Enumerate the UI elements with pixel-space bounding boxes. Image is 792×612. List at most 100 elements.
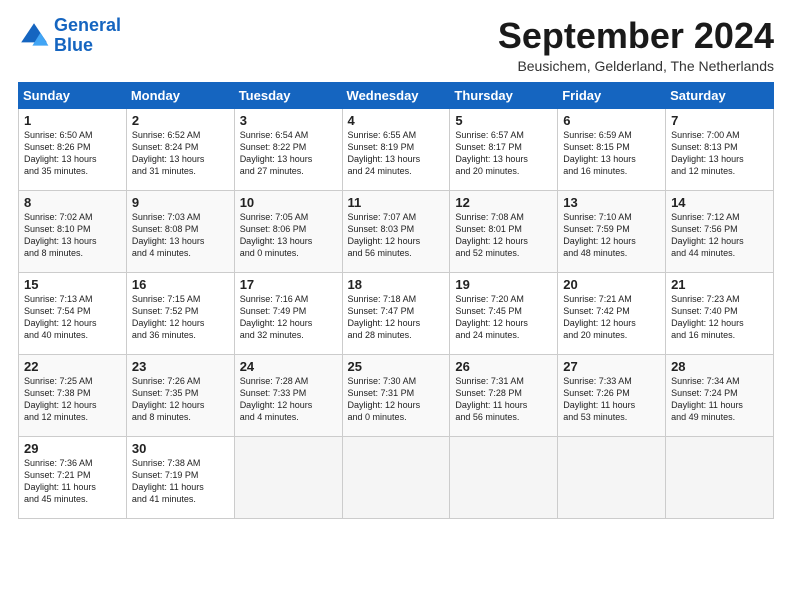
day-cell-11: 11 Sunrise: 7:07 AMSunset: 8:03 PMDaylig… [342,190,450,272]
day-number-13: 13 [563,195,660,210]
day-cell-14: 14 Sunrise: 7:12 AMSunset: 7:56 PMDaylig… [666,190,774,272]
empty-cell [450,436,558,518]
day-cell-23: 23 Sunrise: 7:26 AMSunset: 7:35 PMDaylig… [126,354,234,436]
day-cell-22: 22 Sunrise: 7:25 AMSunset: 7:38 PMDaylig… [19,354,127,436]
logo-line2: Blue [54,36,121,56]
header-monday: Monday [126,82,234,108]
day-info-4: Sunrise: 6:55 AMSunset: 8:19 PMDaylight:… [348,129,445,178]
logo: General Blue [18,16,121,56]
empty-cell [342,436,450,518]
day-cell-3: 3 Sunrise: 6:54 AMSunset: 8:22 PMDayligh… [234,108,342,190]
day-info-3: Sunrise: 6:54 AMSunset: 8:22 PMDaylight:… [240,129,337,178]
month-title: September 2024 [498,16,774,56]
day-number-29: 29 [24,441,121,456]
header: General Blue September 2024 Beusichem, G… [18,16,774,74]
day-number-25: 25 [348,359,445,374]
day-number-6: 6 [563,113,660,128]
day-info-26: Sunrise: 7:31 AMSunset: 7:28 PMDaylight:… [455,375,552,424]
day-number-23: 23 [132,359,229,374]
day-number-16: 16 [132,277,229,292]
day-number-19: 19 [455,277,552,292]
day-cell-15: 15 Sunrise: 7:13 AMSunset: 7:54 PMDaylig… [19,272,127,354]
day-number-15: 15 [24,277,121,292]
day-info-21: Sunrise: 7:23 AMSunset: 7:40 PMDaylight:… [671,293,768,342]
week-row-2: 8 Sunrise: 7:02 AMSunset: 8:10 PMDayligh… [19,190,774,272]
day-info-9: Sunrise: 7:03 AMSunset: 8:08 PMDaylight:… [132,211,229,260]
day-info-1: Sunrise: 6:50 AMSunset: 8:26 PMDaylight:… [24,129,121,178]
header-wednesday: Wednesday [342,82,450,108]
week-row-3: 15 Sunrise: 7:13 AMSunset: 7:54 PMDaylig… [19,272,774,354]
empty-cell [234,436,342,518]
day-cell-24: 24 Sunrise: 7:28 AMSunset: 7:33 PMDaylig… [234,354,342,436]
day-info-2: Sunrise: 6:52 AMSunset: 8:24 PMDaylight:… [132,129,229,178]
day-info-13: Sunrise: 7:10 AMSunset: 7:59 PMDaylight:… [563,211,660,260]
day-cell-16: 16 Sunrise: 7:15 AMSunset: 7:52 PMDaylig… [126,272,234,354]
header-thursday: Thursday [450,82,558,108]
calendar: Sunday Monday Tuesday Wednesday Thursday… [18,82,774,519]
day-number-1: 1 [24,113,121,128]
day-cell-28: 28 Sunrise: 7:34 AMSunset: 7:24 PMDaylig… [666,354,774,436]
day-number-10: 10 [240,195,337,210]
day-info-25: Sunrise: 7:30 AMSunset: 7:31 PMDaylight:… [348,375,445,424]
day-info-7: Sunrise: 7:00 AMSunset: 8:13 PMDaylight:… [671,129,768,178]
week-row-1: 1 Sunrise: 6:50 AMSunset: 8:26 PMDayligh… [19,108,774,190]
day-info-11: Sunrise: 7:07 AMSunset: 8:03 PMDaylight:… [348,211,445,260]
day-number-27: 27 [563,359,660,374]
day-cell-21: 21 Sunrise: 7:23 AMSunset: 7:40 PMDaylig… [666,272,774,354]
day-info-5: Sunrise: 6:57 AMSunset: 8:17 PMDaylight:… [455,129,552,178]
day-number-4: 4 [348,113,445,128]
day-number-3: 3 [240,113,337,128]
header-sunday: Sunday [19,82,127,108]
day-cell-13: 13 Sunrise: 7:10 AMSunset: 7:59 PMDaylig… [558,190,666,272]
day-number-28: 28 [671,359,768,374]
day-cell-1: 1 Sunrise: 6:50 AMSunset: 8:26 PMDayligh… [19,108,127,190]
day-cell-9: 9 Sunrise: 7:03 AMSunset: 8:08 PMDayligh… [126,190,234,272]
day-number-2: 2 [132,113,229,128]
day-number-7: 7 [671,113,768,128]
day-info-12: Sunrise: 7:08 AMSunset: 8:01 PMDaylight:… [455,211,552,260]
day-cell-26: 26 Sunrise: 7:31 AMSunset: 7:28 PMDaylig… [450,354,558,436]
day-cell-19: 19 Sunrise: 7:20 AMSunset: 7:45 PMDaylig… [450,272,558,354]
header-tuesday: Tuesday [234,82,342,108]
logo-line1: General [54,15,121,35]
day-number-21: 21 [671,277,768,292]
day-number-12: 12 [455,195,552,210]
day-number-30: 30 [132,441,229,456]
day-cell-18: 18 Sunrise: 7:18 AMSunset: 7:47 PMDaylig… [342,272,450,354]
day-cell-6: 6 Sunrise: 6:59 AMSunset: 8:15 PMDayligh… [558,108,666,190]
title-block: September 2024 Beusichem, Gelderland, Th… [498,16,774,74]
calendar-header-row: Sunday Monday Tuesday Wednesday Thursday… [19,82,774,108]
header-friday: Friday [558,82,666,108]
day-cell-17: 17 Sunrise: 7:16 AMSunset: 7:49 PMDaylig… [234,272,342,354]
day-cell-5: 5 Sunrise: 6:57 AMSunset: 8:17 PMDayligh… [450,108,558,190]
day-info-18: Sunrise: 7:18 AMSunset: 7:47 PMDaylight:… [348,293,445,342]
day-info-29: Sunrise: 7:36 AMSunset: 7:21 PMDaylight:… [24,457,121,506]
page: General Blue September 2024 Beusichem, G… [0,0,792,529]
day-info-23: Sunrise: 7:26 AMSunset: 7:35 PMDaylight:… [132,375,229,424]
day-number-14: 14 [671,195,768,210]
day-cell-20: 20 Sunrise: 7:21 AMSunset: 7:42 PMDaylig… [558,272,666,354]
day-info-16: Sunrise: 7:15 AMSunset: 7:52 PMDaylight:… [132,293,229,342]
day-info-17: Sunrise: 7:16 AMSunset: 7:49 PMDaylight:… [240,293,337,342]
day-number-20: 20 [563,277,660,292]
empty-cell [558,436,666,518]
empty-cell [666,436,774,518]
day-number-18: 18 [348,277,445,292]
day-info-15: Sunrise: 7:13 AMSunset: 7:54 PMDaylight:… [24,293,121,342]
day-info-14: Sunrise: 7:12 AMSunset: 7:56 PMDaylight:… [671,211,768,260]
day-info-19: Sunrise: 7:20 AMSunset: 7:45 PMDaylight:… [455,293,552,342]
day-number-9: 9 [132,195,229,210]
day-info-28: Sunrise: 7:34 AMSunset: 7:24 PMDaylight:… [671,375,768,424]
day-info-22: Sunrise: 7:25 AMSunset: 7:38 PMDaylight:… [24,375,121,424]
day-cell-10: 10 Sunrise: 7:05 AMSunset: 8:06 PMDaylig… [234,190,342,272]
logo-icon [18,20,50,52]
day-cell-8: 8 Sunrise: 7:02 AMSunset: 8:10 PMDayligh… [19,190,127,272]
logo-text: General Blue [54,16,121,56]
day-cell-29: 29 Sunrise: 7:36 AMSunset: 7:21 PMDaylig… [19,436,127,518]
day-info-10: Sunrise: 7:05 AMSunset: 8:06 PMDaylight:… [240,211,337,260]
day-info-24: Sunrise: 7:28 AMSunset: 7:33 PMDaylight:… [240,375,337,424]
day-number-17: 17 [240,277,337,292]
day-cell-7: 7 Sunrise: 7:00 AMSunset: 8:13 PMDayligh… [666,108,774,190]
day-cell-27: 27 Sunrise: 7:33 AMSunset: 7:26 PMDaylig… [558,354,666,436]
day-info-6: Sunrise: 6:59 AMSunset: 8:15 PMDaylight:… [563,129,660,178]
